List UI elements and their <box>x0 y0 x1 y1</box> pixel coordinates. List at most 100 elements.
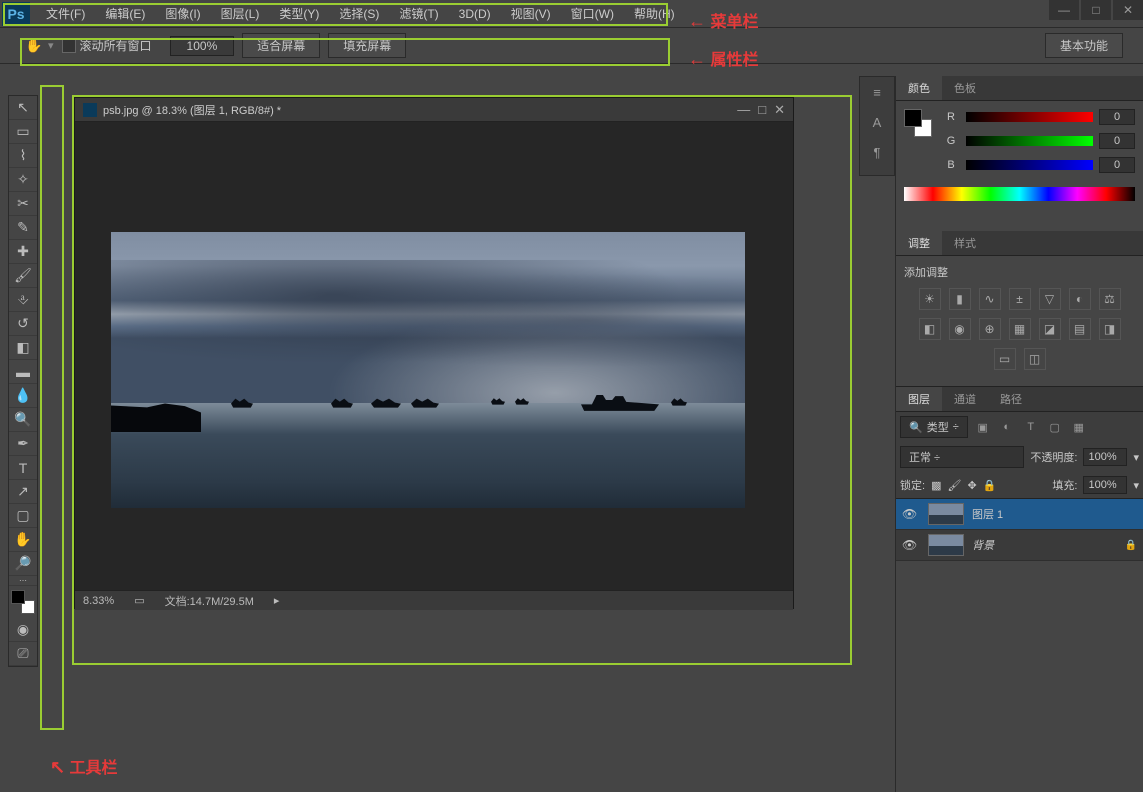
gradient-tool[interactable]: ▬ <box>9 360 37 384</box>
layer-name[interactable]: 背景 <box>972 537 1125 553</box>
hand-tool-icon[interactable]: ✋ <box>22 36 46 56</box>
opacity-dropdown-icon[interactable]: ▾ <box>1133 451 1139 464</box>
eyedropper-tool[interactable]: ✎ <box>9 216 37 240</box>
value-r[interactable]: 0 <box>1099 109 1135 125</box>
filter-adjust-icon[interactable]: ◐ <box>998 419 1016 435</box>
screenmode-tool[interactable]: ⎚ <box>9 642 37 666</box>
doc-minimize-button[interactable]: — <box>737 102 750 118</box>
slider-g[interactable] <box>966 136 1093 146</box>
minimize-button[interactable]: — <box>1049 0 1079 20</box>
doc-titlebar[interactable]: psb.jpg @ 18.3% (图层 1, RGB/8#) * — □ ✕ <box>75 98 793 122</box>
menu-filter[interactable]: 滤镜(T) <box>389 1 448 26</box>
layer-name[interactable]: 图层 1 <box>972 506 1137 522</box>
opacity-input[interactable]: 100% <box>1083 448 1127 466</box>
layer-item-bg[interactable]: 👁 背景 🔒 <box>896 530 1143 561</box>
filter-smart-icon[interactable]: ▦ <box>1070 419 1088 435</box>
tab-styles[interactable]: 样式 <box>942 231 988 255</box>
vibrance-icon[interactable]: ▽ <box>1039 288 1061 310</box>
threshold-icon[interactable]: ◨ <box>1099 318 1121 340</box>
fill-input[interactable]: 100% <box>1083 476 1127 494</box>
lock-transparent-icon[interactable]: ▩ <box>931 479 941 492</box>
menu-window[interactable]: 窗口(W) <box>561 1 624 26</box>
menu-edit[interactable]: 编辑(E) <box>95 1 155 26</box>
gradient-map-icon[interactable]: ▭ <box>994 348 1016 370</box>
menu-type[interactable]: 类型(Y) <box>269 1 329 26</box>
menu-view[interactable]: 视图(V) <box>501 1 561 26</box>
filter-kind-dropdown[interactable]: 🔍 类型 ÷ <box>900 416 968 438</box>
history-brush-tool[interactable]: ↺ <box>9 312 37 336</box>
lookup-icon[interactable]: ▦ <box>1009 318 1031 340</box>
lock-all-icon[interactable]: 🔒 <box>983 479 997 492</box>
eraser-tool[interactable]: ◧ <box>9 336 37 360</box>
path-tool[interactable]: ↗ <box>9 480 37 504</box>
channel-mixer-icon[interactable]: ⊕ <box>979 318 1001 340</box>
stamp-tool[interactable]: ⎀ <box>9 288 37 312</box>
menu-image[interactable]: 图像(I) <box>155 1 210 26</box>
zoom-tool[interactable]: 🔎 <box>9 552 37 576</box>
brightness-icon[interactable]: ☀ <box>919 288 941 310</box>
slider-b[interactable] <box>966 160 1093 170</box>
posterize-icon[interactable]: ▤ <box>1069 318 1091 340</box>
shape-tool[interactable]: ▢ <box>9 504 37 528</box>
close-button[interactable]: ✕ <box>1113 0 1143 20</box>
workspace-basic-button[interactable]: 基本功能 <box>1045 33 1123 58</box>
status-flyout-icon[interactable]: ▸ <box>274 594 280 607</box>
fit-screen-button[interactable]: 适合屏幕 <box>242 33 320 58</box>
status-zoom[interactable]: 8.33% <box>83 595 114 607</box>
tab-color[interactable]: 颜色 <box>896 76 942 100</box>
dodge-tool[interactable]: 🔍 <box>9 408 37 432</box>
hand-tool[interactable]: ✋ <box>9 528 37 552</box>
zoom-input[interactable]: 100% <box>170 36 235 56</box>
type-tool[interactable]: T <box>9 456 37 480</box>
menu-help[interactable]: 帮助(H) <box>624 1 685 26</box>
invert-icon[interactable]: ◪ <box>1039 318 1061 340</box>
tab-paths[interactable]: 路径 <box>988 387 1034 411</box>
value-b[interactable]: 0 <box>1099 157 1135 173</box>
tab-swatches[interactable]: 色板 <box>942 76 988 100</box>
filter-type-icon[interactable]: T <box>1022 419 1040 435</box>
levels-icon[interactable]: ▮ <box>949 288 971 310</box>
pen-tool[interactable]: ✒ <box>9 432 37 456</box>
menu-3d[interactable]: 3D(D) <box>449 3 501 25</box>
scroll-all-checkbox[interactable] <box>62 39 76 53</box>
curves-icon[interactable]: ∿ <box>979 288 1001 310</box>
fill-screen-button[interactable]: 填充屏幕 <box>328 33 406 58</box>
canvas-area[interactable] <box>75 122 793 590</box>
doc-close-button[interactable]: ✕ <box>774 102 785 118</box>
marquee-tool[interactable]: ▭ <box>9 120 37 144</box>
lock-move-icon[interactable]: ✥ <box>967 479 976 492</box>
slider-r[interactable] <box>966 112 1093 122</box>
visibility-icon[interactable]: 👁 <box>902 538 920 552</box>
menu-layer[interactable]: 图层(L) <box>211 1 270 26</box>
blend-mode-dropdown[interactable]: 正常 ÷ <box>900 446 1024 468</box>
color-swatch[interactable] <box>904 109 932 137</box>
brush-tool[interactable]: 🖌 <box>9 264 37 288</box>
layer-item-1[interactable]: 👁 图层 1 <box>896 499 1143 530</box>
move-tool[interactable]: ↖ <box>9 96 37 120</box>
hue-icon[interactable]: ◐ <box>1069 288 1091 310</box>
tab-channels[interactable]: 通道 <box>942 387 988 411</box>
lasso-tool[interactable]: ⌇ <box>9 144 37 168</box>
status-preview-icon[interactable]: ▭ <box>134 594 144 607</box>
wand-tool[interactable]: ✧ <box>9 168 37 192</box>
menu-select[interactable]: 选择(S) <box>329 1 389 26</box>
mini-paragraph-icon[interactable]: ¶ <box>860 137 894 167</box>
quickmask-tool[interactable]: ◉ <box>9 618 37 642</box>
dropdown-icon[interactable]: ▾ <box>48 39 54 52</box>
filter-shape-icon[interactable]: ▢ <box>1046 419 1064 435</box>
filter-pixel-icon[interactable]: ▣ <box>974 419 992 435</box>
mini-char-icon[interactable]: A <box>860 107 894 137</box>
balance-icon[interactable]: ⚖ <box>1099 288 1121 310</box>
bw-icon[interactable]: ◧ <box>919 318 941 340</box>
mini-history-icon[interactable]: ≡ <box>860 77 894 107</box>
maximize-button[interactable]: □ <box>1081 0 1111 20</box>
exposure-icon[interactable]: ± <box>1009 288 1031 310</box>
selective-color-icon[interactable]: ◫ <box>1024 348 1046 370</box>
tab-adjust[interactable]: 调整 <box>896 231 942 255</box>
doc-maximize-button[interactable]: □ <box>758 102 766 118</box>
photo-filter-icon[interactable]: ◉ <box>949 318 971 340</box>
layer-thumb[interactable] <box>928 503 964 525</box>
color-swatch-tool[interactable] <box>11 590 35 614</box>
healing-tool[interactable]: ✚ <box>9 240 37 264</box>
value-g[interactable]: 0 <box>1099 133 1135 149</box>
